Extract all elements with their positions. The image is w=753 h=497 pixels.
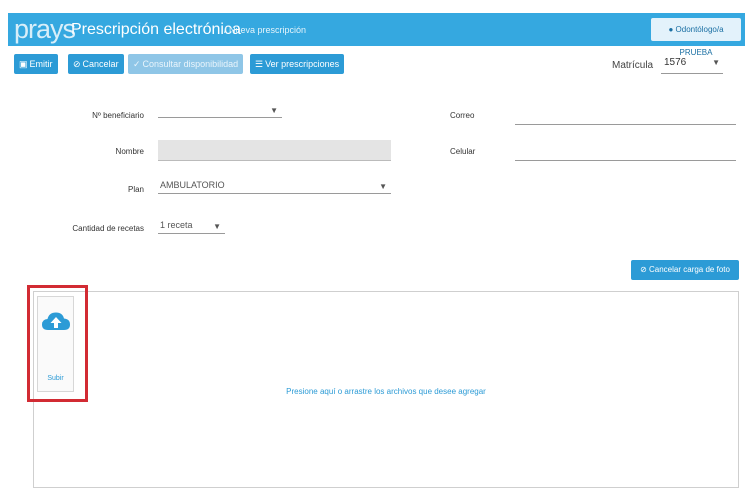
chevron-down-icon: ▼ xyxy=(712,58,720,67)
cancel-icon: ⊘ xyxy=(640,265,647,274)
plan-select[interactable]: AMBULATORIO ▼ xyxy=(158,178,391,194)
emit-button[interactable]: ▣ Emitir xyxy=(14,54,58,74)
correo-input[interactable] xyxy=(515,109,736,125)
app-title: Prescripción electrónica xyxy=(71,21,241,38)
nombre-field xyxy=(158,140,391,161)
recetas-label: Cantidad de recetas xyxy=(72,224,144,233)
chevron-down-icon: ▼ xyxy=(213,222,221,231)
list-icon: ☰ xyxy=(255,59,264,69)
cancel-icon: ⊘ xyxy=(73,59,81,69)
matricula-select[interactable]: 1576 ▼ xyxy=(661,54,723,74)
celular-label: Celular xyxy=(450,147,476,156)
user-menu-button[interactable]: ● Odontólogo/a PRUEBA xyxy=(651,18,741,57)
brand-logo[interactable]: prays xyxy=(14,15,76,43)
plan-label: Plan xyxy=(127,185,144,194)
correo-label: Correo xyxy=(450,111,475,120)
user-label: Odontólogo/a PRUEBA xyxy=(675,25,724,57)
beneficiario-input[interactable]: ▼ xyxy=(158,102,282,118)
floppy-icon: ▣ xyxy=(19,59,28,69)
chevron-down-icon: ▼ xyxy=(270,106,278,115)
beneficiario-label: Nº beneficiario xyxy=(92,111,144,120)
chevron-down-icon: ▼ xyxy=(379,182,387,191)
dropzone-text: Presione aquí o arrastre los archivos qu… xyxy=(286,387,486,396)
nombre-label: Nombre xyxy=(115,147,144,156)
check-availability-button[interactable]: ✓ Consultar disponibilidad xyxy=(128,54,244,74)
user-icon: ● xyxy=(668,25,674,34)
file-dropzone[interactable]: Presione aquí o arrastre los archivos qu… xyxy=(33,291,739,488)
app-header: prays Prescripción electrónica / Nueva p… xyxy=(8,13,745,57)
view-prescriptions-button[interactable]: ☰ Ver prescripciones xyxy=(250,54,345,74)
highlight-box xyxy=(27,285,88,402)
cancel-button[interactable]: ⊘ Cancelar xyxy=(68,54,124,74)
recetas-select[interactable]: 1 receta ▼ xyxy=(158,218,225,234)
matricula-label: Matrícula xyxy=(612,60,654,71)
check-icon: ✓ xyxy=(133,59,141,69)
cancel-upload-button[interactable]: ⊘ Cancelar carga de foto xyxy=(631,260,739,280)
celular-input[interactable] xyxy=(515,145,736,161)
breadcrumb: / Nueva prescripción xyxy=(224,25,307,35)
